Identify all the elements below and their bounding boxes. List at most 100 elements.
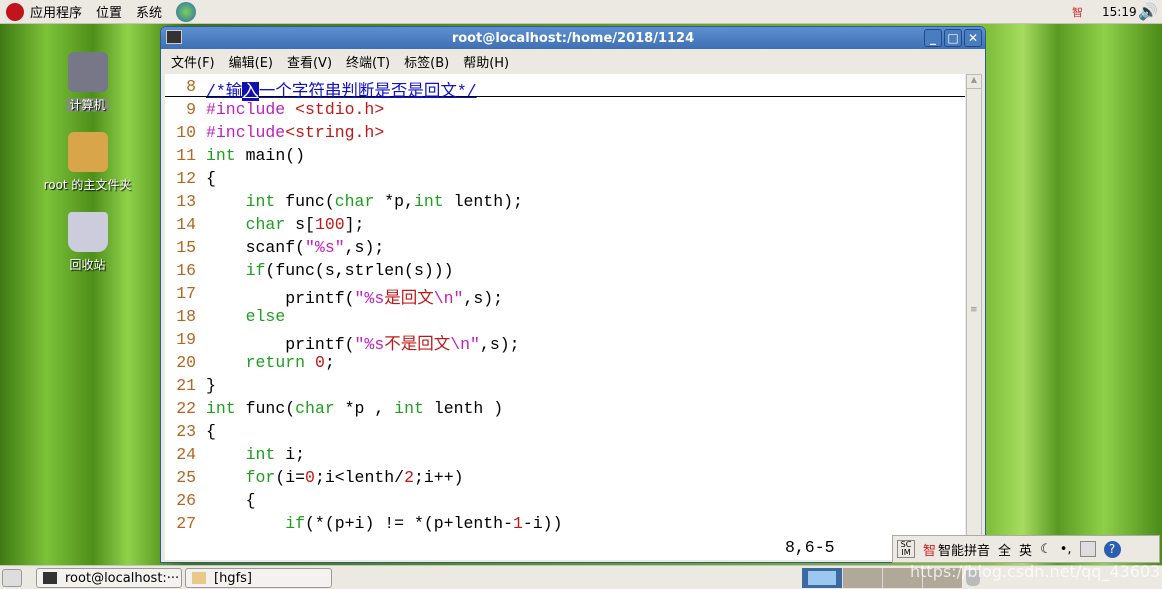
line-number: 16 <box>176 261 196 280</box>
menu-terminal[interactable]: 终端(T) <box>346 52 390 71</box>
code-token: ,s); <box>463 289 504 308</box>
taskbar-item-hgfs[interactable]: [hgfs] <box>185 568 332 588</box>
code-token: *p, <box>374 192 414 211</box>
code-token: "%s <box>354 289 385 308</box>
code-token: "%s <box>354 335 385 354</box>
minimize-button[interactable]: _ <box>924 29 942 47</box>
menu-places[interactable]: 位置 <box>96 2 122 21</box>
volume-icon[interactable]: 🔊 <box>1138 2 1158 21</box>
code-line: } <box>206 376 216 395</box>
line-number: 27 <box>176 514 196 533</box>
code-token: s[ <box>285 215 315 234</box>
menu-system[interactable]: 系统 <box>136 2 162 21</box>
maximize-button[interactable]: □ <box>944 29 962 47</box>
workspace-1[interactable] <box>802 568 842 588</box>
code-token: ; <box>324 353 335 372</box>
code-token: (func(s,strlen(s))) <box>265 261 454 280</box>
code-line: else <box>206 307 286 326</box>
code-line: printf("%s是回文\n",s); <box>206 284 503 308</box>
code-token: char <box>334 192 375 211</box>
code-line: #include<string.h> <box>206 123 384 142</box>
terminal-window: root@localhost:/home/2018/1124 _ □ ✕ 文件(… <box>160 26 986 563</box>
code-token: (*(p+i) != *(p+lenth- <box>305 514 513 533</box>
menu-view[interactable]: 查看(V) <box>287 52 332 71</box>
code-token: char <box>295 399 335 418</box>
code-line: int main() <box>206 146 305 165</box>
ime-keyboard-icon[interactable] <box>1079 541 1096 557</box>
code-token: lenth ) <box>423 399 504 418</box>
code-token: 0 <box>305 468 315 487</box>
line-number: 9 <box>186 100 196 119</box>
title-bar[interactable]: root@localhost:/home/2018/1124 _ □ ✕ <box>161 27 985 49</box>
menu-file[interactable]: 文件(F) <box>171 52 215 71</box>
folder-icon <box>192 572 206 584</box>
menu-tabs[interactable]: 标签(B) <box>404 52 449 71</box>
code-line: int func(char *p,int lenth); <box>206 192 523 211</box>
ime-mode-icon[interactable]: 智 <box>923 540 936 559</box>
scrollbar[interactable]: ▲ ≡ <box>966 74 982 544</box>
code-token: } <box>206 376 216 395</box>
scroll-up-arrow[interactable]: ▲ <box>967 75 981 89</box>
ime-logo[interactable]: SC IM <box>897 540 915 558</box>
menu-applications[interactable]: 应用程序 <box>30 2 82 21</box>
code-line: { <box>206 169 216 188</box>
terminal-icon <box>43 572 57 584</box>
ime-language[interactable]: 英 <box>1019 540 1032 559</box>
taskbar-item-terminal[interactable]: root@localhost:··· <box>36 568 182 588</box>
scroll-thumb[interactable]: ≡ <box>970 305 978 315</box>
top-panel: 应用程序 位置 系统 智 15:19 🔊 <box>0 0 1162 24</box>
code-token: { <box>206 491 256 510</box>
code-token: 100 <box>314 215 345 234</box>
ime-name[interactable]: 智能拼音 <box>938 540 990 559</box>
code-token: char <box>245 215 286 234</box>
terminal-text-area[interactable]: 8,6-5 8 /*输入一个字符串判断是否是回文*/ 9 #include <stdi… <box>165 74 965 560</box>
close-button[interactable]: ✕ <box>964 29 982 47</box>
ime-punct-icon[interactable]: •, <box>1060 542 1072 557</box>
code-token: { <box>206 422 216 441</box>
ime-tray-icon[interactable]: 智 <box>1072 4 1083 20</box>
line-number: 14 <box>176 215 196 234</box>
code-line: /*输入一个字符串判断是否是回文*/ <box>206 77 477 101</box>
ime-help-icon[interactable]: ? <box>1103 540 1121 558</box>
redhat-logo-icon[interactable] <box>6 2 24 21</box>
ime-full-width[interactable]: 全 <box>998 540 1011 559</box>
line-number: 17 <box>176 284 196 303</box>
window-title: root@localhost:/home/2018/1124 <box>451 30 695 46</box>
menu-bar: 文件(F) 编辑(E) 查看(V) 终端(T) 标签(B) 帮助(H) <box>161 49 985 74</box>
code-token: int <box>394 399 424 418</box>
terminal-icon <box>166 30 182 44</box>
code-token: lenth); <box>443 192 523 211</box>
code-token: 2 <box>404 468 414 487</box>
line-number: 22 <box>176 399 196 418</box>
ime-toolbar: SC IM 智 智能拼音 全 英 ☾ •, ? <box>892 535 1160 563</box>
code-line: char s[100]; <box>206 215 365 234</box>
menu-edit[interactable]: 编辑(E) <box>229 52 273 71</box>
clock[interactable]: 15:19 <box>1102 5 1137 19</box>
line-number: 19 <box>176 330 196 349</box>
line-number: 8 <box>186 77 196 96</box>
code-token: else <box>245 307 286 326</box>
line-number: 26 <box>176 491 196 510</box>
line-number: 11 <box>176 146 196 165</box>
code-token: <string.h> <box>285 123 385 142</box>
show-desktop-icon[interactable] <box>2 569 22 587</box>
desktop-icon-home[interactable]: root 的主文件夹 <box>30 132 145 193</box>
line-number: 13 <box>176 192 196 211</box>
code-line: if(func(s,strlen(s))) <box>206 261 454 280</box>
code-token: ]; <box>344 215 365 234</box>
workspace-2[interactable] <box>842 568 882 588</box>
ime-moon-icon[interactable]: ☾ <box>1040 542 1052 557</box>
desktop-icon-trash[interactable]: 回收站 <box>40 212 135 273</box>
code-token: (i= <box>275 468 306 487</box>
browser-icon[interactable] <box>176 1 197 22</box>
desktop-icon-computer[interactable]: 计算机 <box>40 52 135 113</box>
code-token: 是回文 <box>384 289 434 308</box>
line-number: 10 <box>176 123 196 142</box>
menu-help[interactable]: 帮助(H) <box>463 52 509 71</box>
